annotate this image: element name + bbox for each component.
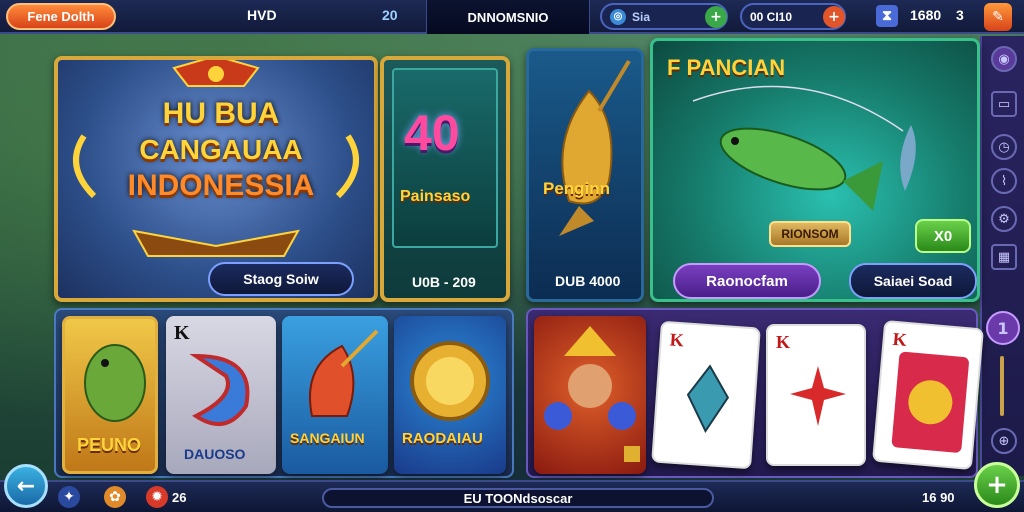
bottom-bar: ✦ ✿ ✹ 26 EU TOONdsoscar 16 90 (0, 480, 1024, 512)
game-tile-daoso[interactable]: K DAUOSO (166, 316, 276, 474)
edit-icon[interactable]: ✎ (984, 3, 1012, 31)
card-ornament-icon (891, 351, 969, 453)
plus-icon[interactable]: + (974, 462, 1020, 508)
bottom-right-value: 16 90 (922, 490, 955, 505)
inbox-icon[interactable]: ▭ (991, 91, 1017, 117)
top-bar: Fene Dolth HVD 20 DNNOMSNIO ◎ Sia + 00 C… (0, 0, 1024, 34)
clock-icon[interactable]: ◷ (991, 134, 1017, 160)
flame-icon[interactable]: ✹ (146, 486, 168, 508)
hero-play-button[interactable]: Staog Soiw (208, 262, 354, 296)
game-tile-raodaiau[interactable]: RAODAIAU (394, 316, 506, 474)
game-card-fish[interactable]: Penginn DUB 4000 (526, 48, 644, 302)
fishing-play-button[interactable]: Raonocfam (673, 263, 821, 299)
gold-coin-icon (410, 341, 490, 421)
hero-title-line3: INDONESSIA (127, 169, 315, 202)
playing-card-2[interactable]: K (766, 324, 866, 466)
bottom-count: 26 (172, 490, 187, 505)
fishing-score[interactable]: X0 (915, 219, 971, 253)
card-fish-footer: DUB 4000 (555, 273, 621, 289)
golden-fish-icon (559, 59, 631, 236)
currency-value: 20 (382, 7, 398, 23)
playing-card-3-rank: K (891, 328, 908, 350)
card-fish-title: Penginn (543, 179, 611, 198)
chart-icon[interactable]: ⌇ (991, 168, 1017, 194)
hero-title-line1: HU BUA (162, 97, 280, 130)
currency-label: HVD (247, 7, 277, 23)
game-card-40[interactable]: 40 Painsaso U0B - 209 (380, 56, 510, 302)
multiplier-value: 3 (956, 7, 964, 23)
rail-scrollbar[interactable] (1000, 356, 1004, 416)
playing-card-1-rank: K (669, 329, 685, 351)
settings-icon[interactable]: ⚙ (991, 206, 1017, 232)
right-rail: ◉ ▭ ◷ ⌇ ⚙ ▦ 1 ⊕ (980, 36, 1024, 476)
hero-banner[interactable]: HU BUA CANGAUAA INDONESSIA Staog Soiw (54, 56, 378, 302)
fishing-select-button[interactable]: Saiaei Soad (849, 263, 977, 299)
playing-card-3[interactable]: K (872, 319, 984, 471)
tile-raodaiau-title: RAODAIAU (402, 430, 483, 447)
star-icon[interactable]: ✦ (58, 486, 80, 508)
game-card-fishing[interactable]: F PANCIAN RIONSOM X0 Raonocfam Saiaei So… (650, 38, 980, 302)
tile-peuno-title: PEUNO (77, 435, 142, 455)
hero-title: HU BUA CANGAUAA INDONESSIA (86, 96, 356, 204)
playing-card-1[interactable]: K (651, 320, 761, 470)
game-tile-warrior[interactable] (534, 316, 646, 474)
back-arrow-icon[interactable]: ← (4, 464, 48, 508)
bass-fish-icon (84, 344, 146, 422)
fishing-badge: RIONSOM (769, 221, 851, 247)
warrior-icon (544, 326, 640, 462)
fish-icon (692, 85, 916, 211)
red-fish-icon (309, 329, 379, 417)
card-40-title: Painsaso (400, 188, 471, 205)
search-icon: ◎ (610, 8, 626, 25)
playing-card-2-rank: K (776, 332, 791, 352)
globe-icon[interactable]: ⊕ (991, 428, 1017, 454)
add-coins-icon[interactable]: + (823, 6, 845, 28)
hero-title-line2: CANGAUAA (139, 134, 303, 165)
add-currency-icon[interactable]: + (705, 6, 727, 28)
search-text: Sia (632, 9, 651, 24)
card-40-footer: U0B - 209 (412, 274, 476, 290)
game-tile-peuno[interactable]: PEUNO (62, 316, 158, 474)
card-40-number: 40 (404, 105, 460, 161)
status-bar: EU TOONdsoscar (322, 488, 714, 508)
gem-icon: ⧗ (876, 5, 898, 27)
level-icon[interactable]: 1 (986, 311, 1020, 345)
tab-center[interactable]: DNNOMSNIO (426, 0, 590, 34)
blue-fish-icon (189, 353, 250, 426)
coins-value: 00 CI10 (750, 9, 793, 24)
game-tile-sangaiun[interactable]: SANGAIUN (282, 316, 388, 474)
profile-icon[interactable]: ◉ (991, 46, 1017, 72)
gift-icon[interactable]: ✿ (104, 486, 126, 508)
grid-icon[interactable]: ▦ (991, 244, 1017, 270)
tile-sangaiun-title: SANGAIUN (290, 430, 365, 446)
gems-value: 1680 (910, 7, 942, 23)
status-text: EU TOONdsoscar (463, 490, 573, 506)
tile-daoso-title: DAUOSO (184, 446, 246, 462)
brand-button[interactable]: Fene Dolth (6, 3, 116, 30)
